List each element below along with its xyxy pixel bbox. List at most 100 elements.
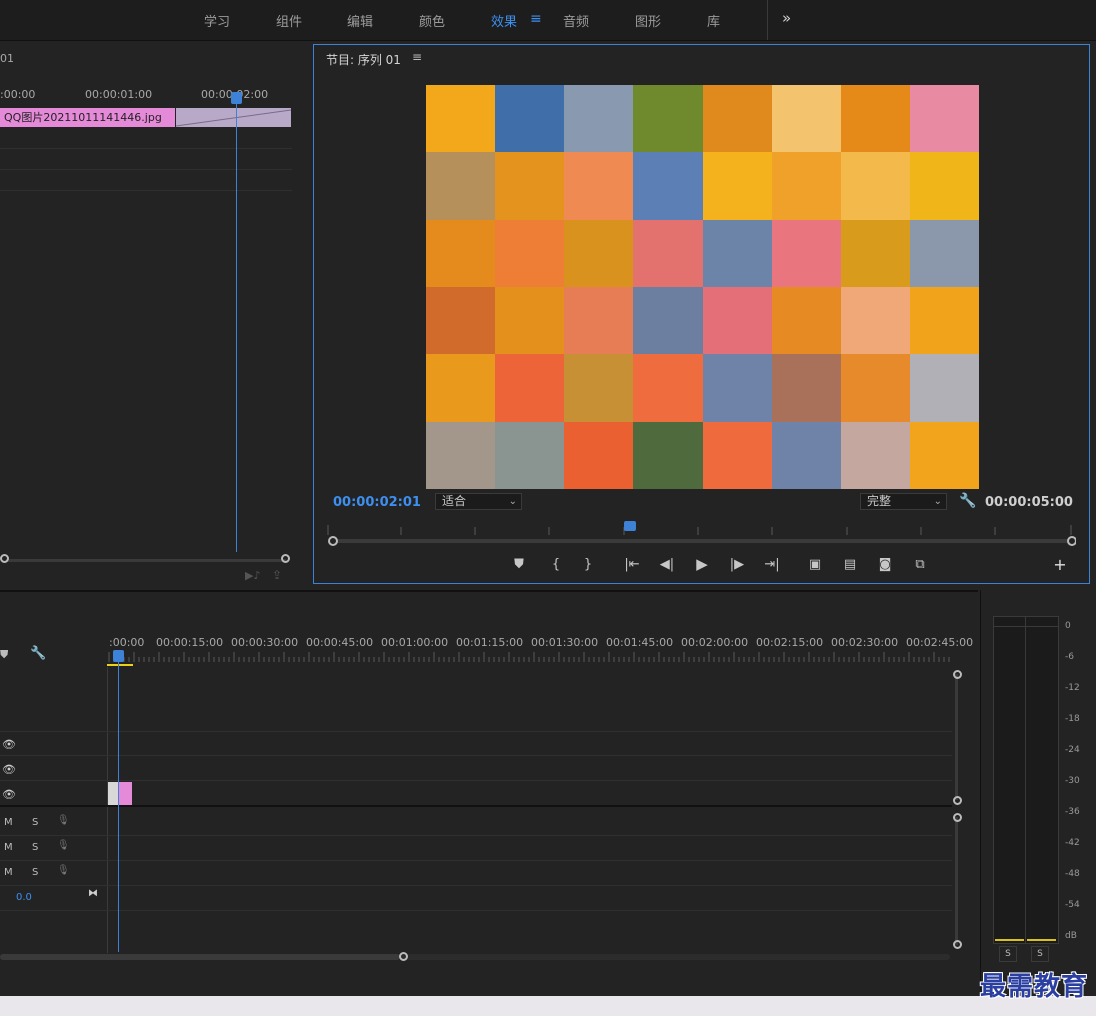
step-back-icon[interactable]: ◀| — [657, 557, 677, 572]
timeline-playhead[interactable] — [118, 654, 119, 952]
playhead[interactable] — [236, 94, 237, 552]
play-icon[interactable]: ▶ — [692, 555, 712, 573]
marker-icon[interactable]: ⛊ — [0, 648, 8, 662]
scroll-handle[interactable] — [953, 813, 962, 822]
timeline-clip-handle[interactable] — [108, 782, 118, 805]
horizontal-scrollbar[interactable] — [0, 954, 400, 960]
master-volume-value[interactable]: 0.0 — [16, 892, 32, 903]
solo-button[interactable]: S — [32, 867, 38, 878]
tab-editing[interactable]: 编辑 — [347, 11, 373, 30]
mic-icon[interactable]: 🎙 — [57, 840, 70, 851]
quality-value: 完整 — [867, 494, 892, 508]
solo-button[interactable]: S — [32, 817, 38, 828]
mosaic-tile — [840, 152, 910, 220]
meter-level-right — [1027, 939, 1056, 941]
mosaic-tile — [702, 354, 772, 422]
solo-left-button[interactable]: S — [999, 946, 1017, 962]
mosaic-tile — [426, 421, 496, 489]
audio-toggle-icon[interactable]: ▶♪ — [245, 569, 260, 582]
transition-line — [176, 109, 291, 127]
ruler-timecode: 00:00:15:00 — [156, 636, 224, 649]
playhead-handle[interactable] — [231, 92, 242, 104]
clip-transition[interactable] — [176, 108, 291, 127]
wrench-icon[interactable]: 🔧 — [30, 646, 46, 661]
mute-button[interactable]: M — [4, 817, 13, 828]
quality-dropdown[interactable]: 完整 ⌄ — [860, 493, 947, 510]
tab-assembly[interactable]: 组件 — [276, 11, 302, 30]
mic-icon[interactable]: 🎙 — [57, 865, 70, 876]
tab-libraries[interactable]: 库 — [707, 11, 720, 30]
vertical-scrollbar[interactable] — [955, 817, 958, 945]
scroll-handle-left[interactable] — [0, 554, 9, 563]
compare-icon[interactable]: ⧉ — [910, 557, 930, 572]
eye-icon[interactable]: 👁 — [2, 763, 16, 776]
current-timecode[interactable]: 00:00:02:01 — [333, 495, 421, 510]
solo-button[interactable]: S — [32, 842, 38, 853]
bowtie-icon[interactable]: ⧓ — [88, 888, 98, 899]
mark-in-icon[interactable]: { — [546, 557, 566, 572]
ruler-ticks — [108, 652, 950, 662]
mosaic-tile — [564, 219, 634, 287]
work-area-bar[interactable] — [107, 664, 133, 666]
timeline-ruler[interactable]: :00:00 00:00:15:00 00:00:30:00 00:00:45:00 0… — [107, 632, 973, 664]
source-clip[interactable]: QQ图片20211011141446.jpg — [0, 108, 175, 127]
ruler-timecode: 00:01:15:00 — [456, 636, 524, 649]
video-frame-mosaic — [426, 85, 979, 489]
mosaic-tile — [771, 421, 841, 489]
eye-icon[interactable]: 👁 — [2, 788, 16, 801]
add-button-icon[interactable]: + — [1050, 555, 1070, 574]
lift-icon[interactable]: ▣ — [805, 557, 825, 572]
mosaic-tile — [633, 85, 703, 153]
scroll-handle[interactable] — [399, 952, 408, 961]
panel-menu-icon[interactable]: ≡ — [412, 50, 422, 64]
timeline-clip[interactable] — [118, 782, 132, 805]
db-label: -42 — [1065, 838, 1080, 848]
tab-color[interactable]: 颜色 — [419, 11, 445, 30]
eye-icon[interactable]: 👁 — [2, 738, 16, 751]
fit-dropdown[interactable]: 适合 ⌄ — [435, 493, 522, 510]
scroll-handle[interactable] — [953, 670, 962, 679]
ruler-timecode: 00:02:45:00 — [906, 636, 974, 649]
tab-effects[interactable]: 效果 — [491, 11, 517, 30]
mosaic-tile — [564, 287, 634, 355]
menu-icon[interactable]: ≡ — [530, 11, 542, 27]
track-divider — [0, 910, 952, 911]
scroll-handle-right[interactable] — [281, 554, 290, 563]
scrub-ruler[interactable] — [326, 521, 1076, 551]
step-forward-icon[interactable]: |▶ — [727, 557, 747, 572]
scroll-handle[interactable] — [953, 940, 962, 949]
mosaic-tile — [495, 421, 565, 489]
mosaic-tile — [909, 152, 979, 220]
mosaic-tile — [909, 219, 979, 287]
go-to-out-icon[interactable]: ⇥| — [762, 557, 782, 572]
add-marker-icon[interactable]: ⛊ — [509, 557, 529, 572]
ruler-timecode: 00:02:00:00 — [681, 636, 749, 649]
mute-button[interactable]: M — [4, 867, 13, 878]
wrench-icon[interactable]: 🔧 — [959, 493, 976, 509]
db-label: -18 — [1065, 714, 1080, 724]
mic-icon[interactable]: 🎙 — [57, 815, 70, 826]
solo-right-button[interactable]: S — [1031, 946, 1049, 962]
vertical-scrollbar[interactable] — [955, 674, 958, 800]
export-icon[interactable]: ⇪ — [272, 568, 282, 582]
audio-meter-panel: 0 -6 -12 -18 -24 -30 -36 -42 -48 -54 dB S S — [980, 590, 1096, 990]
track-divider — [0, 885, 952, 886]
horizontal-scrollbar[interactable] — [6, 559, 286, 562]
tab-graphics[interactable]: 图形 — [635, 11, 661, 30]
tab-audio[interactable]: 音频 — [563, 11, 589, 30]
mosaic-tile — [840, 287, 910, 355]
mark-out-icon[interactable]: } — [578, 557, 598, 572]
panel-title: 01 — [0, 52, 14, 65]
overflow-icon[interactable]: » — [782, 9, 791, 27]
mute-button[interactable]: M — [4, 842, 13, 853]
program-title: 节目: 序列 01 — [326, 53, 401, 67]
track-divider — [0, 860, 952, 861]
ruler-timecode: 00:02:30:00 — [831, 636, 899, 649]
tab-learn[interactable]: 学习 — [204, 11, 230, 30]
go-to-in-icon[interactable]: |⇤ — [622, 557, 642, 572]
scroll-handle[interactable] — [953, 796, 962, 805]
meter-peak-line — [994, 626, 1058, 627]
timeline-playhead-handle[interactable] — [113, 650, 124, 662]
camera-icon[interactable]: ◙ — [875, 557, 895, 572]
extract-icon[interactable]: ▤ — [840, 557, 860, 572]
